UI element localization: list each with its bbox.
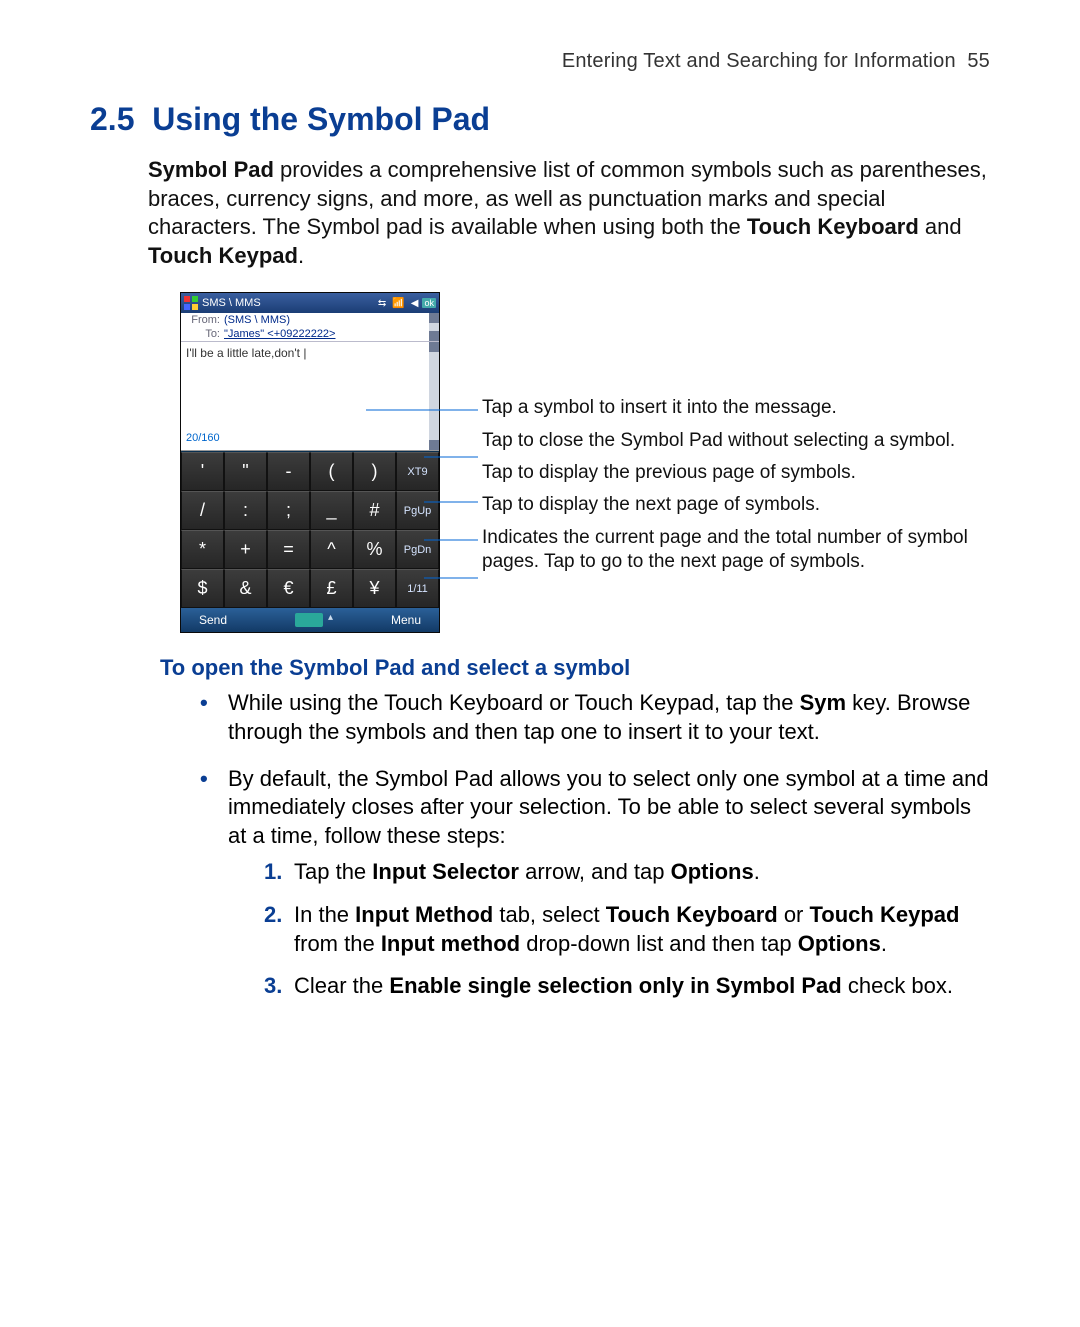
send-softkey: Send — [199, 613, 227, 627]
intro-bold-2: Touch Keyboard — [747, 214, 919, 239]
char-count: 20/160 — [186, 432, 220, 444]
t: . — [881, 931, 887, 956]
keyboard-toggle-icon — [295, 613, 323, 627]
step-item: In the Input Method tab, select Touch Ke… — [264, 901, 990, 958]
t: tab, select — [493, 902, 606, 927]
intro-bold-3: Touch Keypad — [148, 243, 298, 268]
t: Options — [798, 931, 881, 956]
sym-key: ¥ — [353, 569, 396, 608]
signal-icon: 📶 — [392, 298, 404, 309]
page-header: Entering Text and Searching for Informat… — [90, 50, 990, 73]
t: Input Selector — [372, 859, 519, 884]
sym-key: & — [224, 569, 267, 608]
xt9-key: XT9 — [396, 452, 439, 491]
sym-key: - — [267, 452, 310, 491]
section-title: Using the Symbol Pad — [152, 101, 490, 137]
callout-insert-symbol: Tap a symbol to insert it into the messa… — [482, 396, 990, 420]
t: In the — [294, 902, 355, 927]
chapter-title: Entering Text and Searching for Informat… — [562, 50, 956, 72]
sym-key: _ — [310, 491, 353, 530]
sym-key: + — [224, 530, 267, 569]
windows-start-icon — [184, 296, 198, 310]
header-scrollbar — [429, 313, 439, 341]
sym-key: # — [353, 491, 396, 530]
t: or — [778, 902, 810, 927]
to-label: To: — [186, 328, 220, 340]
callout-next-page: Tap to display the next page of symbols. — [482, 493, 990, 517]
compose-text: I'll be a little late,don't | — [181, 342, 439, 364]
compose-area: I'll be a little late,don't | 20/160 — [181, 342, 439, 451]
pgdn-key: PgDn — [396, 530, 439, 569]
volume-icon: ◀ — [411, 298, 419, 309]
sym-key: : — [224, 491, 267, 530]
sym-key: ; — [267, 491, 310, 530]
t: Input Method — [355, 902, 493, 927]
t: arrow, and tap — [519, 859, 671, 884]
phone-ok-button: ok — [422, 298, 436, 308]
sym-key: ) — [353, 452, 396, 491]
bullet2-text: By default, the Symbol Pad allows you to… — [228, 766, 989, 848]
t: Touch Keypad — [810, 902, 960, 927]
sym-key: = — [267, 530, 310, 569]
step-item: Tap the Input Selector arrow, and tap Op… — [264, 858, 990, 887]
subheading: To open the Symbol Pad and select a symb… — [160, 655, 990, 681]
bullet-item: By default, the Symbol Pad allows you to… — [200, 765, 990, 1001]
compose-scrollbar — [429, 342, 439, 450]
step-item: Clear the Enable single selection only i… — [264, 972, 990, 1001]
sync-icon: ⇆ — [378, 298, 386, 309]
t: Enable single selection only in Symbol P… — [389, 973, 841, 998]
t: Tap the — [294, 859, 372, 884]
to-value: "James" <+09222222> — [224, 328, 335, 340]
bullet1-bold: Sym — [800, 690, 846, 715]
sym-key: % — [353, 530, 396, 569]
intro-paragraph: Symbol Pad provides a comprehensive list… — [148, 156, 990, 270]
phone-titlebar: SMS \ MMS ⇆ 📶 ◀ ok — [181, 293, 439, 313]
page-number: 55 — [967, 50, 990, 72]
sym-key: * — [181, 530, 224, 569]
phone-app-title: SMS \ MMS — [202, 297, 261, 309]
pgup-key: PgUp — [396, 491, 439, 530]
t: Options — [671, 859, 754, 884]
figure: SMS \ MMS ⇆ 📶 ◀ ok From: (SMS \ MMS) To:… — [180, 292, 990, 633]
bullet-list: While using the Touch Keyboard or Touch … — [200, 689, 990, 1000]
sym-key: ( — [310, 452, 353, 491]
phone-softkey-bar: Send Menu — [181, 608, 439, 632]
menu-softkey: Menu — [391, 613, 421, 627]
message-header: From: (SMS \ MMS) To: "James" <+09222222… — [181, 313, 439, 342]
bullet1-pre: While using the Touch Keyboard or Touch … — [228, 690, 800, 715]
t: check box. — [842, 973, 953, 998]
from-value: (SMS \ MMS) — [224, 314, 290, 326]
callout-page-indicator: Indicates the current page and the total… — [482, 526, 990, 575]
sym-key: " — [224, 452, 267, 491]
callout-close-pad: Tap to close the Symbol Pad without sele… — [482, 429, 990, 453]
t: Input method — [381, 931, 520, 956]
sym-key: ' — [181, 452, 224, 491]
from-label: From: — [186, 314, 220, 326]
page-indicator-key: 1/11 — [396, 569, 439, 608]
t: . — [754, 859, 760, 884]
sym-key: € — [267, 569, 310, 608]
t: from the — [294, 931, 381, 956]
bullet-item: While using the Touch Keyboard or Touch … — [200, 689, 990, 746]
intro-lead-bold: Symbol Pad — [148, 157, 274, 182]
sym-key: ^ — [310, 530, 353, 569]
intro-tail: . — [298, 243, 304, 268]
intro-mid: and — [919, 214, 962, 239]
t: Clear the — [294, 973, 389, 998]
t: drop-down list and then tap — [520, 931, 798, 956]
sym-key: / — [181, 491, 224, 530]
sym-key: £ — [310, 569, 353, 608]
callout-prev-page: Tap to display the previous page of symb… — [482, 461, 990, 485]
phone-status-icons: ⇆ 📶 ◀ — [375, 297, 419, 309]
symbol-pad: ' " - ( ) XT9 / : ; _ # PgUp * + — [181, 451, 439, 608]
t: Touch Keyboard — [606, 902, 778, 927]
section-heading: 2.5 Using the Symbol Pad — [90, 101, 990, 138]
section-number: 2.5 — [90, 101, 134, 137]
steps-list: Tap the Input Selector arrow, and tap Op… — [264, 858, 990, 1000]
phone-screenshot: SMS \ MMS ⇆ 📶 ◀ ok From: (SMS \ MMS) To:… — [180, 292, 440, 633]
sym-key: $ — [181, 569, 224, 608]
callouts: Tap a symbol to insert it into the messa… — [440, 292, 990, 582]
